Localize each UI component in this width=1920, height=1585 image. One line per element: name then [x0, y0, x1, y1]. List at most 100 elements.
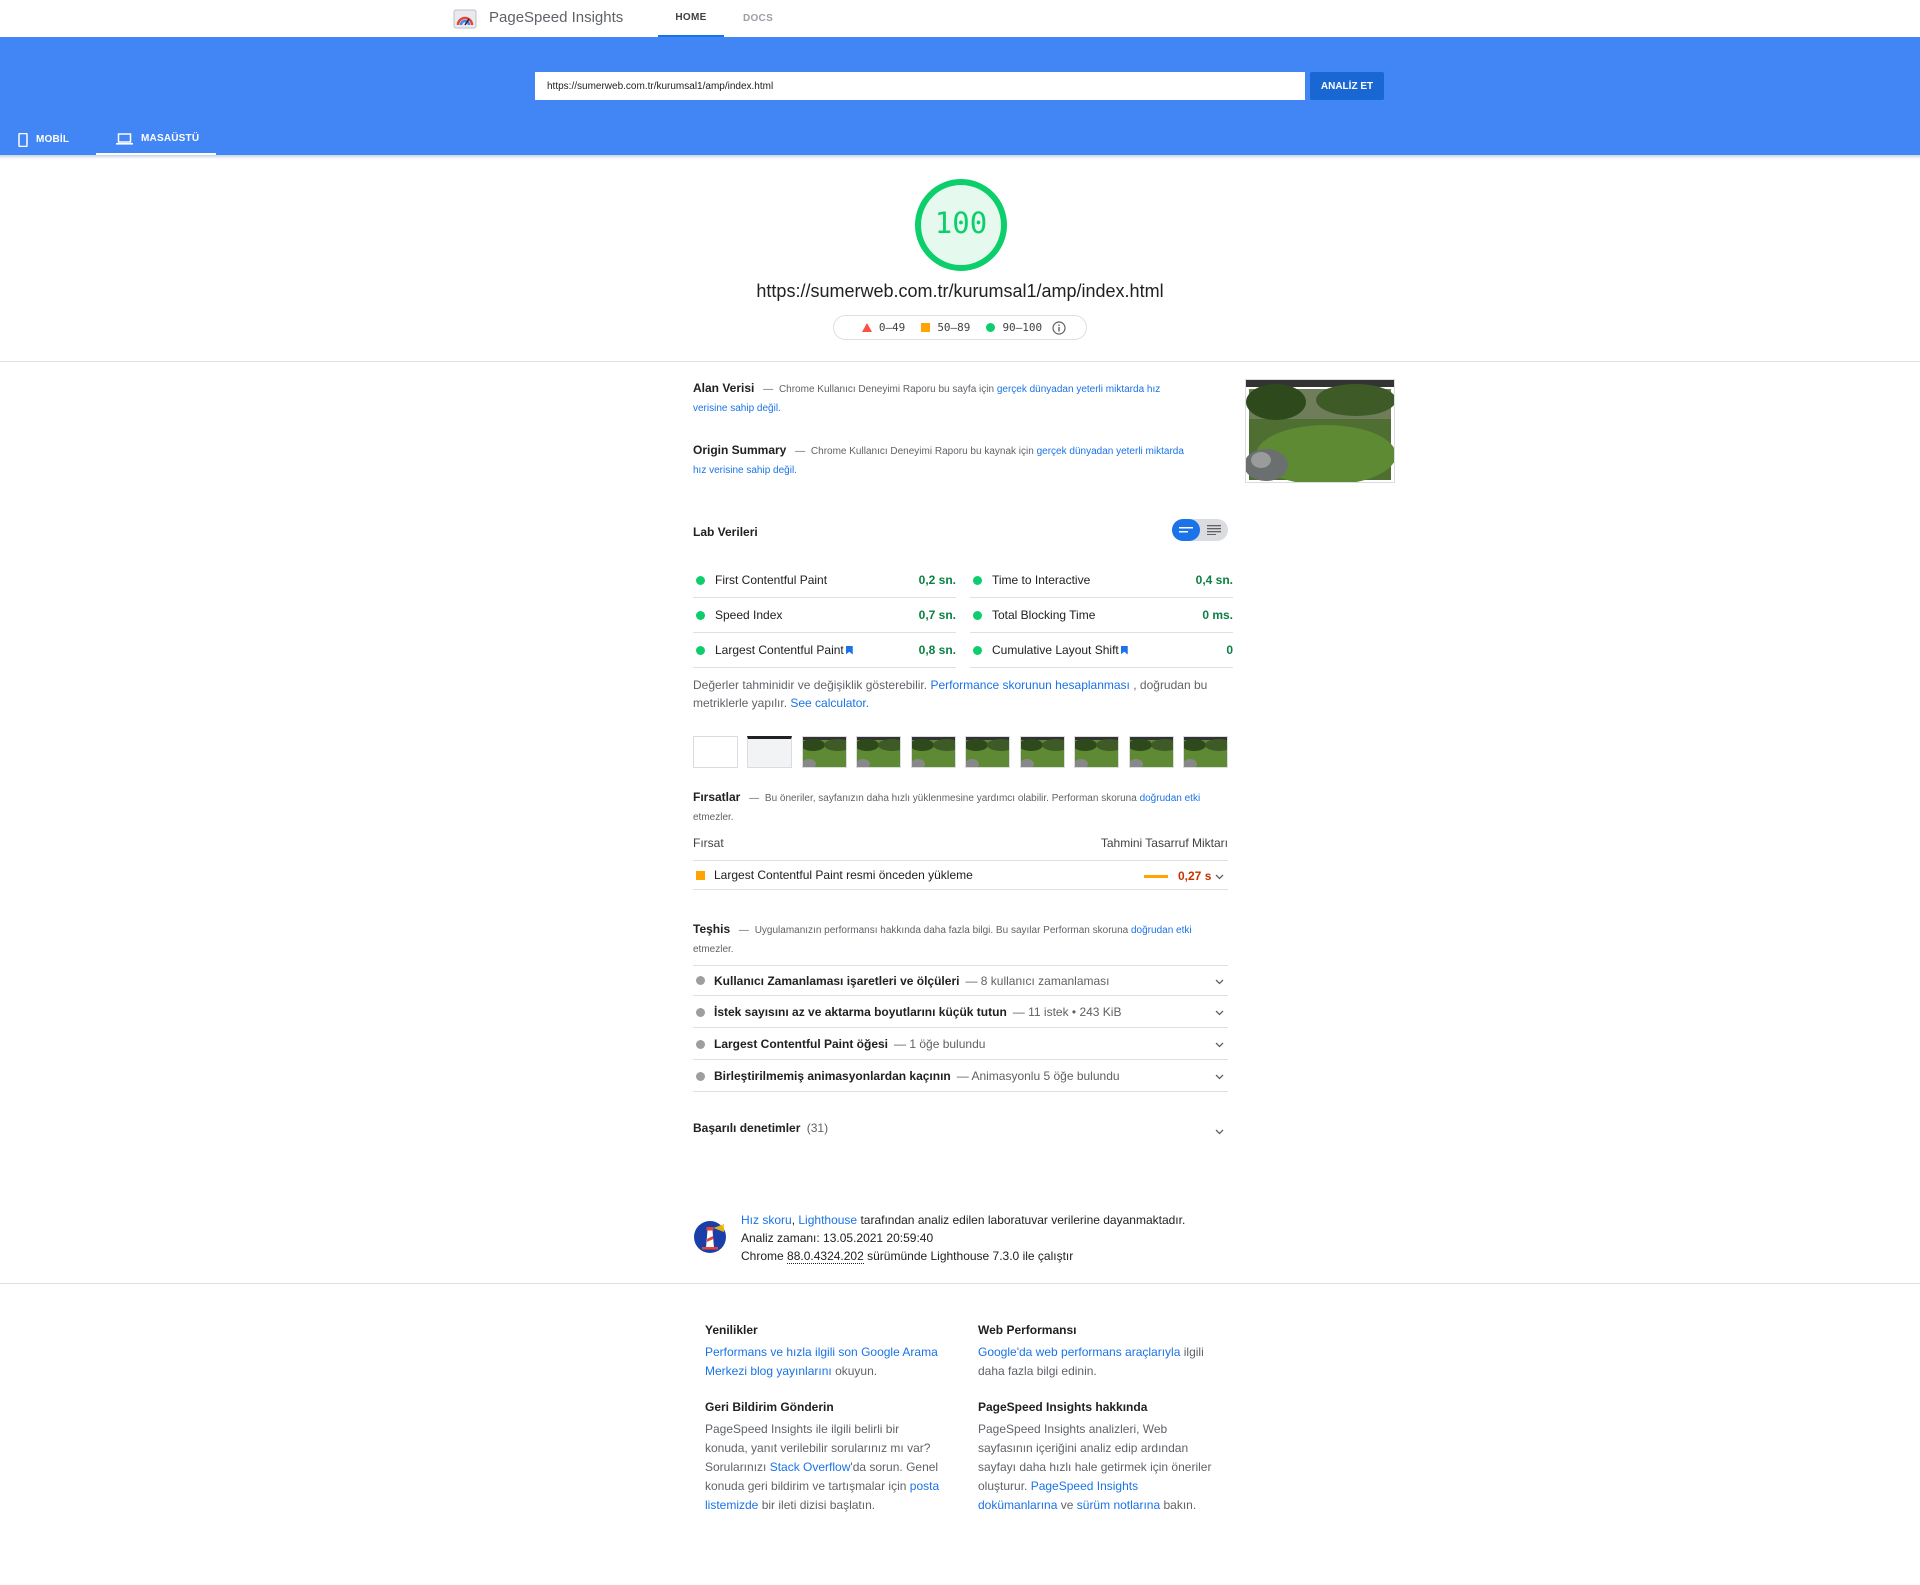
pass-dot-icon: [696, 575, 705, 585]
legend-fail-label: 0–49: [878, 321, 906, 334]
filmstrip-frame: [802, 736, 847, 768]
metric-lcp: Largest Contentful Paint 0,8 sn.: [693, 633, 956, 668]
info-dot-icon: [696, 1007, 705, 1017]
chevron-down-icon[interactable]: [1215, 979, 1224, 985]
metric-speed-index: Speed Index 0,7 sn.: [693, 598, 956, 633]
pass-dot-icon: [973, 575, 982, 585]
score-legend: 0–49 50–89 90–100: [833, 315, 1087, 340]
filmstrip-frame: [1020, 736, 1065, 768]
opportunities-text: Bu öneriler, sayfanızın daha hızlı yükle…: [764, 793, 1137, 804]
tab-desktop[interactable]: MASAÜSTÜ: [96, 124, 216, 155]
diagnostics-dash: —: [738, 925, 749, 936]
origin-summary-section: Origin Summary — Chrome Kullanıcı Deneyi…: [693, 441, 1185, 480]
savings-bar: [1144, 875, 1168, 878]
metric-tbt: Total Blocking Time 0 ms.: [970, 598, 1233, 633]
metric-label: Largest Contentful Paint: [715, 643, 844, 657]
chrome-prefix: Chrome: [741, 1249, 784, 1263]
diagnostic-summary: — 1 öğe bulundu: [894, 1037, 986, 1051]
url-input[interactable]: [535, 72, 1305, 100]
metric-value: 0,4 sn.: [1195, 573, 1233, 587]
opportunity-column-header: Fırsat: [693, 836, 724, 850]
phone-icon: [18, 132, 28, 147]
final-screenshot: [1244, 379, 1396, 485]
field-data-section: Alan Verisi — Chrome Kullanıcı Deneyimi …: [693, 379, 1185, 418]
see-calculator-link[interactable]: See calculator.: [790, 696, 869, 710]
chevron-down-icon[interactable]: [1215, 874, 1224, 880]
app-title[interactable]: PageSpeed Insights: [489, 9, 623, 26]
orange-square-icon: [921, 323, 931, 332]
origin-summary-title: Origin Summary: [693, 443, 787, 457]
diagnostic-row[interactable]: Birleştirilmemiş animasyonlardan kaçının…: [693, 1061, 1228, 1092]
diagnostic-title: Largest Contentful Paint öğesi: [714, 1037, 889, 1051]
analysis-time: Analiz zamanı: 13.05.2021 20:59:40: [741, 1231, 934, 1245]
laptop-icon: [116, 132, 133, 145]
pagespeed-logo-icon[interactable]: [453, 8, 477, 30]
runtime-info: Hız skoru, Lighthouse tarafından analiz …: [741, 1211, 1185, 1265]
short-lines-icon: [1179, 527, 1193, 533]
url-header: ANALİZ ET MOBİL MASAÜSTÜ: [0, 37, 1920, 155]
chevron-down-icon[interactable]: [1215, 1042, 1224, 1048]
metric-label: Speed Index: [715, 608, 783, 622]
toggle-summary-view[interactable]: [1172, 519, 1200, 541]
chevron-down-icon[interactable]: [1215, 1074, 1224, 1080]
filmstrip-frame: [911, 736, 956, 768]
diagnostic-summary: — Animasyonlu 5 öğe bulundu: [956, 1069, 1120, 1083]
diagnostic-row[interactable]: Largest Contentful Paint öğesi — 1 öğe b…: [693, 1029, 1228, 1060]
header-shadow: [0, 155, 1920, 159]
footer-web-perf-title: Web Performansı: [978, 1323, 1077, 1337]
diagnostic-title: Kullanıcı Zamanlaması işaretleri ve ölçü…: [714, 973, 960, 988]
chevron-down-icon[interactable]: [1215, 1129, 1224, 1135]
diagnostic-row[interactable]: Kullanıcı Zamanlaması işaretleri ve ölçü…: [693, 965, 1228, 996]
origin-summary-dash: —: [795, 446, 806, 457]
diagnostics-text: Uygulamanızın performansı hakkında daha …: [754, 925, 1129, 936]
passed-audits[interactable]: Başarılı denetimler (31): [693, 1121, 1228, 1141]
analyze-button[interactable]: ANALİZ ET: [1310, 72, 1384, 100]
footer-web-perf-link[interactable]: Google'da web performans araçlarıyla: [978, 1345, 1180, 1359]
pass-dot-icon: [973, 645, 982, 655]
tab-mobile[interactable]: MOBİL: [18, 124, 88, 155]
stack-overflow-link[interactable]: Stack Overflow: [770, 1460, 851, 1474]
pass-dot-icon: [696, 645, 705, 655]
legend-average: 50–89: [921, 321, 970, 334]
footer-news-link[interactable]: Performans ve hızla ilgili son Google Ar…: [705, 1345, 938, 1378]
lab-data-title: Lab Verileri: [693, 525, 758, 539]
metric-label: Total Blocking Time: [992, 608, 1096, 622]
score-calculation-link[interactable]: Performance skorunun hesaplanması: [930, 678, 1129, 692]
field-data-text: Chrome Kullanıcı Deneyimi Raporu bu sayf…: [778, 384, 995, 395]
metric-value: 0: [1226, 643, 1233, 657]
view-toggle[interactable]: [1172, 519, 1228, 541]
lab-data-note: Değerler tahminidir ve değişiklik göster…: [693, 676, 1233, 712]
legend-average-label: 50–89: [937, 321, 971, 334]
release-notes-link[interactable]: sürüm notlarına: [1077, 1498, 1160, 1512]
tab-home[interactable]: HOME: [658, 0, 724, 37]
metric-label: Cumulative Layout Shift: [992, 643, 1119, 657]
tab-docs[interactable]: DOCS: [728, 0, 788, 37]
filmstrip-frame: [1074, 736, 1119, 768]
metric-value: 0 ms.: [1202, 608, 1233, 622]
info-dot-icon: [696, 1071, 705, 1081]
info-icon[interactable]: [1052, 320, 1066, 335]
opportunities-title: Fırsatlar: [693, 790, 741, 804]
footer-about-title: PageSpeed Insights hakkında: [978, 1400, 1148, 1414]
field-data-title: Alan Verisi: [693, 381, 755, 395]
speed-score-link[interactable]: Hız skoru: [741, 1213, 792, 1227]
opportunity-savings: 0,27 s: [1178, 869, 1212, 883]
footer-feedback-title: Geri Bildirim Gönderin: [705, 1400, 834, 1414]
lighthouse-link[interactable]: Lighthouse: [798, 1213, 857, 1227]
diagnostic-title: İstek sayısını az ve aktarma boyutlarını…: [714, 1005, 1007, 1019]
chevron-down-icon[interactable]: [1215, 1010, 1224, 1016]
red-triangle-icon: [861, 323, 872, 332]
filmstrip-frame: [1129, 736, 1174, 768]
metric-value: 0,7 sn.: [918, 608, 956, 622]
diagnostics-section: Teşhis — Uygulamanızın performansı hakkı…: [693, 920, 1233, 959]
metric-fcp: First Contentful Paint 0,2 sn.: [693, 563, 956, 598]
toggle-expanded-view[interactable]: [1200, 519, 1228, 541]
diagnostic-row[interactable]: İstek sayısını az ve aktarma boyutlarını…: [693, 997, 1228, 1028]
opportunities-link[interactable]: doğrudan etki: [1140, 793, 1201, 804]
bookmark-icon: [1120, 645, 1128, 655]
savings-column-header: Tahmini Tasarruf Miktarı: [1100, 836, 1228, 850]
legend-pass: 90–100: [986, 321, 1042, 334]
opportunity-row[interactable]: Largest Contentful Paint resmi önceden y…: [693, 860, 1228, 890]
diagnostics-link[interactable]: doğrudan etki: [1131, 925, 1192, 936]
field-data-dash: —: [763, 384, 774, 395]
